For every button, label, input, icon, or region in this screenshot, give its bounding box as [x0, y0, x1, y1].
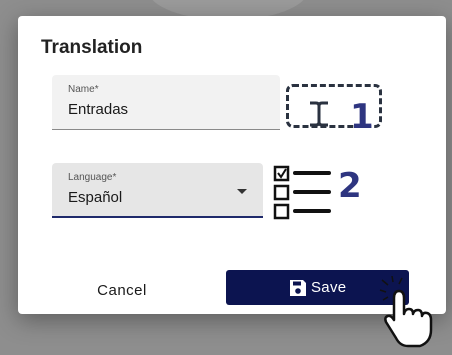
name-field-value[interactable]: Entradas [68, 101, 128, 118]
pointer-hand-icon [379, 276, 433, 348]
cancel-button[interactable]: Cancel [82, 278, 162, 302]
dialog-title: Translation [41, 37, 143, 58]
language-select-value[interactable]: Español [68, 189, 122, 206]
text-cursor-icon [310, 101, 328, 127]
language-select[interactable]: Language* Español [52, 163, 263, 218]
name-field[interactable]: Name* Entradas [52, 75, 280, 130]
chevron-down-icon[interactable] [237, 189, 247, 194]
callout-number-1: 1 [350, 97, 374, 137]
translation-dialog: Translation Name* Entradas 1 Language* E… [18, 16, 446, 314]
callout-number-2: 2 [338, 166, 362, 206]
checklist-icon [273, 165, 331, 220]
callout-text-field: 1 [280, 75, 385, 137]
save-disk-icon [290, 280, 306, 296]
language-field-label: Language* [68, 172, 117, 183]
callout-dashed-box: 1 [286, 84, 382, 137]
save-button-label: Save [311, 279, 347, 296]
name-field-label: Name* [68, 84, 99, 95]
